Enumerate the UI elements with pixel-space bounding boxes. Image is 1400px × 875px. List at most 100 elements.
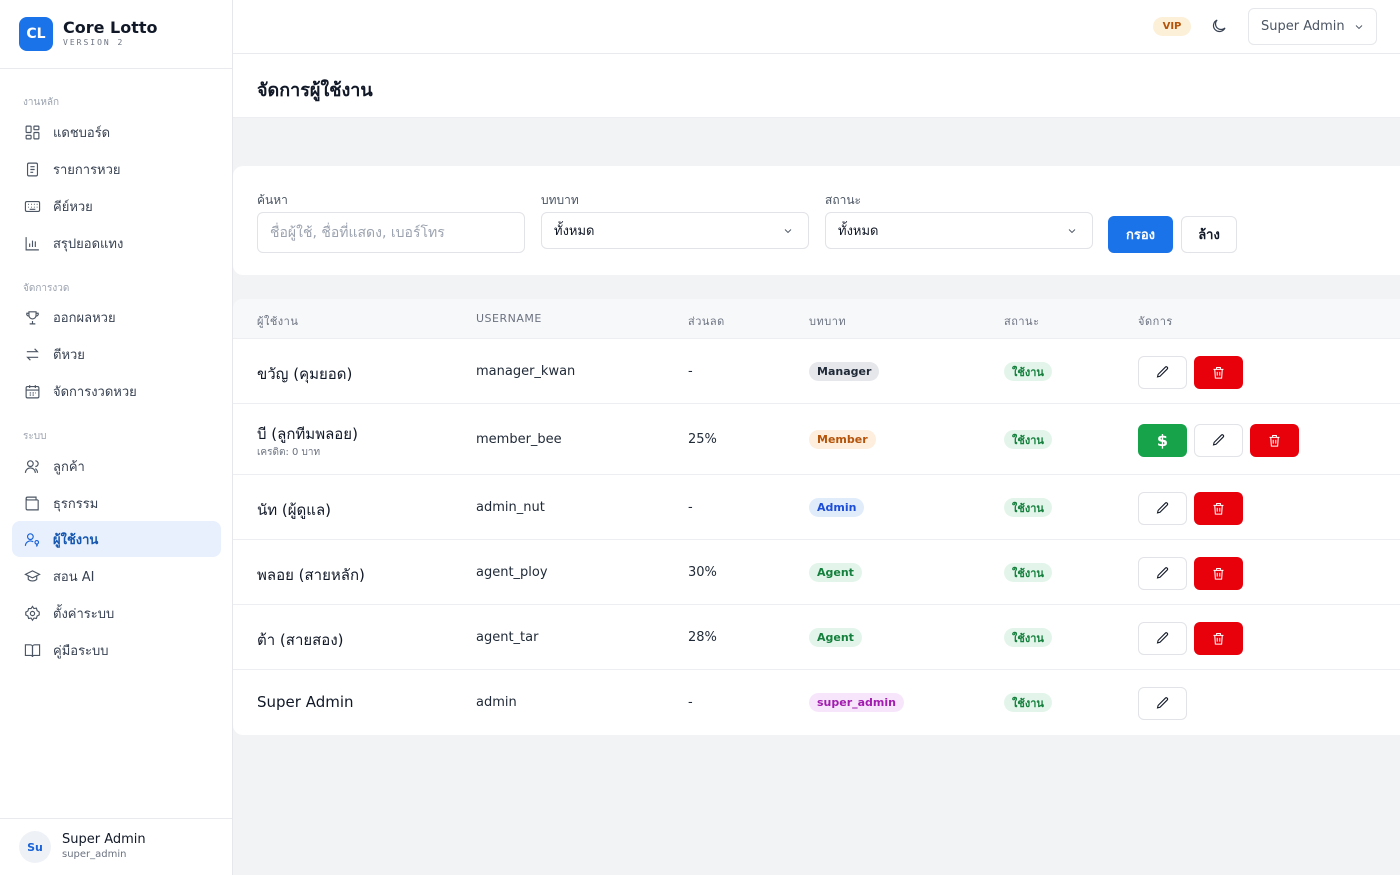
discount: -: [688, 364, 693, 379]
sidebar-item-graduation-cap[interactable]: สอน AI: [12, 558, 221, 594]
sidebar-item-label: ผู้ใช้งาน: [53, 532, 99, 548]
dashboard-icon: [25, 125, 40, 139]
pencil-icon: [1212, 434, 1225, 446]
trash-icon: [1213, 366, 1224, 379]
sidebar-item-label: ธุรกรรม: [53, 496, 99, 512]
discount: 25%: [688, 432, 717, 447]
sidebar-item-book[interactable]: คู่มือระบบ: [12, 632, 221, 668]
header-role: บทบาท: [809, 315, 847, 328]
discount: 28%: [688, 630, 717, 645]
username: admin: [476, 695, 517, 710]
sidebar-item-user-key[interactable]: ผู้ใช้งาน: [12, 521, 221, 557]
header-user: ผู้ใช้งาน: [257, 315, 299, 328]
status-badge: ใช้งาน: [1004, 693, 1052, 712]
sidebar-item-label: คีย์หวย: [53, 199, 93, 215]
filter-button[interactable]: กรอง: [1108, 216, 1173, 253]
delete-user-button[interactable]: [1194, 356, 1243, 389]
sidebar-item-dashboard[interactable]: แดชบอร์ด: [12, 114, 221, 150]
username: agent_ploy: [476, 565, 548, 580]
table-row: ต้า (สายสอง) agent_tar 28% Agent ใช้งาน: [233, 605, 1400, 670]
table-header: ผู้ใช้งาน USERNAME ส่วนลด บทบาท สถานะ จั…: [233, 299, 1400, 339]
document-icon: [26, 162, 39, 176]
role-label: บทบาท: [541, 193, 579, 207]
role-select[interactable]: ทั้งหมด: [541, 212, 809, 249]
sidebar-item-trophy[interactable]: ออกผลหวย: [12, 299, 221, 335]
brand-logo: CL: [19, 17, 53, 51]
user-display-name: พลอย (สายหลัก): [257, 566, 365, 584]
sidebar-item-label: ตีหวย: [53, 347, 85, 363]
user-display-name: นัท (ผู้ดูแล): [257, 501, 332, 519]
users-icon: [24, 459, 39, 473]
account-menu-label: Super Admin: [1261, 19, 1345, 34]
add-credit-button[interactable]: $: [1138, 424, 1187, 457]
status-badge: ใช้งาน: [1004, 362, 1052, 381]
book-icon: [24, 643, 41, 657]
role-badge: Agent: [809, 563, 862, 582]
sidebar-item-users[interactable]: ลูกค้า: [12, 448, 221, 484]
trash-icon: [1213, 632, 1224, 645]
discount: -: [688, 695, 693, 710]
nav-section-label: งานหลัก: [23, 97, 60, 108]
user-display-name: Super Admin: [257, 693, 354, 711]
delete-user-button[interactable]: [1194, 622, 1243, 655]
trophy-icon: [26, 310, 39, 324]
sidebar-item-calendar[interactable]: จัดการงวดหวย: [12, 373, 221, 409]
table-row: พลอย (สายหลัก) agent_ploy 30% Agent ใช้งาน: [233, 540, 1400, 605]
sidebar-item-bar-chart[interactable]: สรุปยอดแทง: [12, 225, 221, 261]
brand-name: Core Lotto: [63, 18, 158, 37]
page-title: จัดการผู้ใช้งาน: [257, 80, 373, 101]
edit-user-button[interactable]: [1138, 687, 1187, 720]
table-row: ขวัญ (คุมยอด) manager_kwan - Manager ใช้งาน: [233, 339, 1400, 404]
current-user[interactable]: Su Super Admin super_admin: [0, 818, 232, 875]
pencil-icon: [1156, 502, 1169, 514]
brand[interactable]: CL Core Lotto VERSION 2: [0, 0, 232, 69]
edit-user-button[interactable]: [1138, 492, 1187, 525]
sidebar-item-gear[interactable]: ตั้งค่าระบบ: [12, 595, 221, 631]
delete-user-button[interactable]: [1194, 557, 1243, 590]
sidebar-item-label: ลูกค้า: [53, 459, 85, 475]
moon-icon: [1212, 19, 1226, 33]
chevron-down-icon: [1355, 24, 1362, 29]
delete-user-button[interactable]: [1250, 424, 1299, 457]
sidebar-item-label: รายการหวย: [53, 162, 121, 178]
trash-icon: [1213, 502, 1224, 515]
status-badge: ใช้งาน: [1004, 430, 1052, 449]
username: manager_kwan: [476, 364, 576, 379]
sidebar-item-swap[interactable]: ตีหวย: [12, 336, 221, 372]
table-row: Super Admin admin - super_admin ใช้งาน: [233, 670, 1400, 735]
status-select[interactable]: ทั้งหมด: [825, 212, 1093, 249]
current-user-role: super_admin: [62, 849, 127, 860]
current-user-name: Super Admin: [62, 832, 146, 847]
wallet-icon: [25, 496, 39, 510]
sidebar-item-label: ตั้งค่าระบบ: [53, 606, 115, 622]
clear-button[interactable]: ล้าง: [1181, 216, 1237, 253]
sidebar-item-wallet[interactable]: ธุรกรรม: [12, 485, 221, 521]
role-badge: Admin: [809, 498, 865, 517]
edit-user-button[interactable]: [1138, 622, 1187, 655]
role-badge: Agent: [809, 628, 862, 647]
top-bar: VIP Super Admin: [233, 0, 1400, 54]
dark-mode-toggle[interactable]: [1210, 17, 1230, 37]
role-badge: super_admin: [809, 693, 904, 712]
search-input[interactable]: [257, 212, 525, 253]
chevron-down-icon: [784, 229, 792, 234]
sidebar-item-label: ออกผลหวย: [53, 310, 116, 326]
status-badge: ใช้งาน: [1004, 628, 1052, 647]
header-username: USERNAME: [476, 312, 542, 325]
account-menu[interactable]: Super Admin: [1248, 8, 1377, 45]
sidebar-item-keyboard[interactable]: คีย์หวย: [12, 188, 221, 224]
pencil-icon: [1156, 567, 1169, 579]
avatar: Su: [19, 831, 51, 863]
sidebar-item-document[interactable]: รายการหวย: [12, 151, 221, 187]
dollar-icon: $: [1156, 431, 1169, 450]
brand-version: VERSION 2: [63, 38, 125, 47]
edit-user-button[interactable]: [1138, 557, 1187, 590]
filter-panel: ค้นหา บทบาท ทั้งหมด สถานะ ทั้งหมด กรอง ล…: [233, 166, 1400, 275]
edit-user-button[interactable]: [1194, 424, 1243, 457]
delete-user-button[interactable]: [1194, 492, 1243, 525]
role-badge: Member: [809, 430, 876, 449]
header-actions: จัดการ: [1138, 315, 1173, 328]
edit-user-button[interactable]: [1138, 356, 1187, 389]
users-table: ผู้ใช้งาน USERNAME ส่วนลด บทบาท สถานะ จั…: [233, 299, 1400, 735]
user-display-name: บี (ลูกทีมพลอย): [257, 425, 358, 443]
